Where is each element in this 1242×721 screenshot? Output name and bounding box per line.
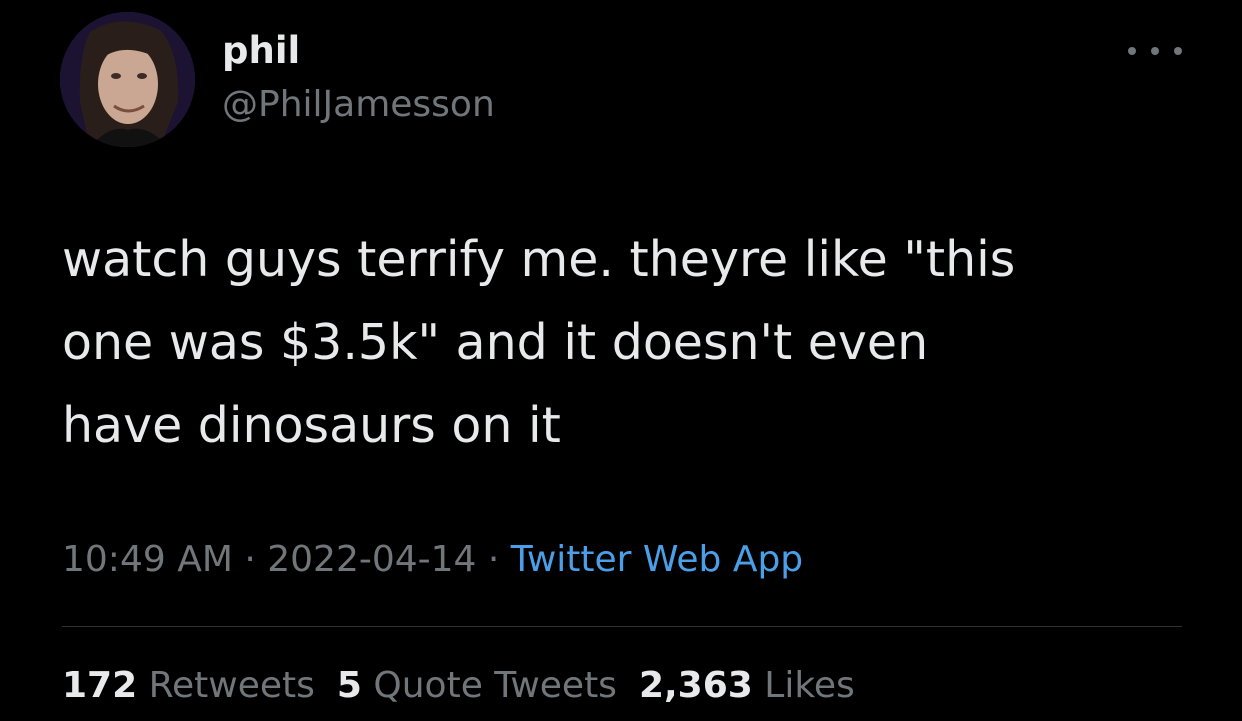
tweet-date[interactable]: 2022-04-14: [267, 539, 476, 580]
more-horizontal-icon-dot: [1151, 47, 1159, 55]
avatar-photo: [60, 12, 195, 147]
author-handle[interactable]: @PhilJamesson: [222, 87, 495, 123]
tweet-stats: 172 Retweets 5 Quote Tweets 2,363 Likes: [62, 668, 877, 704]
retweets-stat[interactable]: 172 Retweets: [62, 665, 315, 706]
tweet-text: watch guys terrify me. theyre like "this…: [62, 231, 1016, 454]
tweet-time[interactable]: 10:49 AM: [62, 539, 233, 580]
author-display-name[interactable]: phil: [222, 32, 300, 69]
quote-tweets-label: Quote Tweets: [373, 665, 617, 706]
likes-count: 2,363: [638, 665, 753, 706]
likes-label: Likes: [764, 665, 855, 706]
more-horizontal-icon-dot: [1174, 47, 1182, 55]
avatar[interactable]: [60, 12, 195, 147]
quote-tweets-count: 5: [336, 665, 362, 706]
retweets-count: 172: [62, 665, 138, 706]
tweet-metadata: 10:49 AM · 2022-04-14 · Twitter Web App: [62, 542, 803, 578]
meta-separator: ·: [476, 539, 511, 580]
meta-separator: ·: [232, 539, 268, 580]
more-horizontal-icon: [1128, 47, 1136, 55]
quote-tweets-stat[interactable]: 5 Quote Tweets: [337, 665, 617, 706]
likes-stat[interactable]: 2,363 Likes: [639, 665, 855, 706]
tweet-source-link[interactable]: Twitter Web App: [511, 539, 803, 580]
retweets-label: Retweets: [148, 665, 315, 706]
more-options-button[interactable]: [1128, 36, 1182, 66]
divider: [62, 626, 1182, 627]
